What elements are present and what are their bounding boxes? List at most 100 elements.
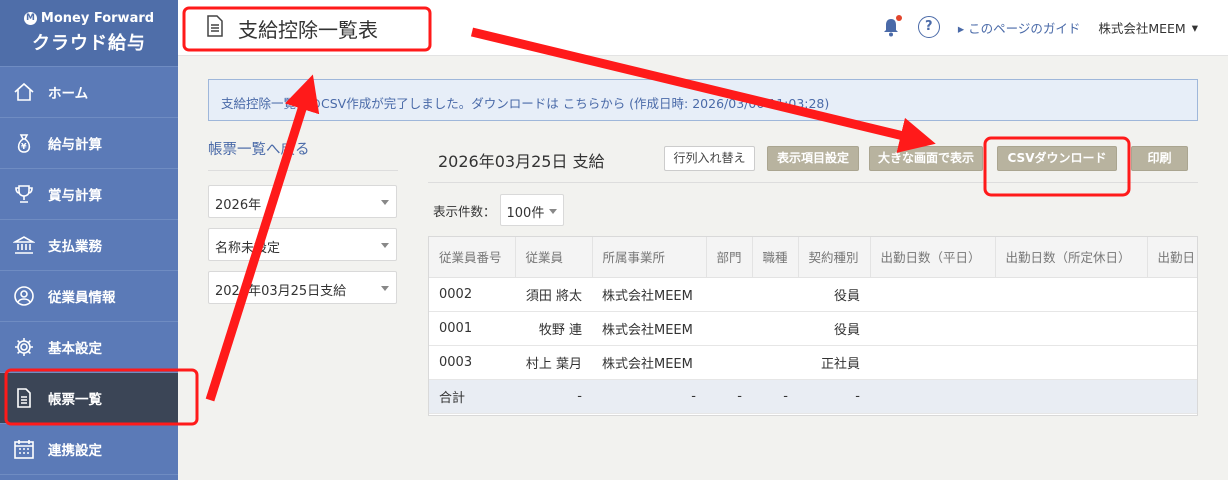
sidebar-item-label: 従業員情報	[48, 290, 116, 306]
cell-value	[1147, 345, 1197, 380]
divider	[208, 170, 398, 171]
cell-office: 株式会社MEEM	[592, 311, 706, 346]
divider	[428, 182, 1198, 183]
sidebar-item-label: 連携設定	[48, 443, 102, 459]
page-title-text: 支給控除一覧表	[238, 18, 378, 42]
brand-company: Money Forward	[40, 11, 155, 26]
help-icon[interactable]: ?	[917, 16, 940, 38]
total-cell	[870, 379, 995, 414]
sidebar-item-label: 給与計算	[48, 137, 102, 153]
calendar-grid-icon	[12, 437, 36, 461]
total-cell: -	[706, 379, 752, 414]
display-items-button[interactable]: 表示項目設定	[767, 146, 859, 171]
cell-job-type	[752, 345, 798, 380]
sidebar-item-bonus[interactable]: 賞与計算	[0, 169, 178, 220]
column-header[interactable]: 契約種別	[798, 237, 871, 278]
csv-complete-notice: 支給控除一覧表のCSV作成が完了しました。ダウンロードは こちらから (作成日時…	[208, 79, 1198, 121]
report-table[interactable]: 従業員番号 従業員 所属事業所 部門 職種 契約種別 出勤日数（平日） 出勤日数…	[428, 236, 1198, 416]
total-cell: -	[798, 379, 870, 414]
money-bag-icon: ¥	[12, 131, 36, 155]
page-guide-label: このページのガイド	[968, 20, 1081, 36]
page-guide-link[interactable]: ▸ このページのガイド	[958, 18, 1081, 37]
payday-select[interactable]: 2026年03月25日支給	[208, 271, 397, 304]
company-selector[interactable]: 株式会社MEEM ▾	[1098, 18, 1198, 37]
brand-logo[interactable]: M Money Forward クラウド給与	[0, 0, 178, 67]
per-page-select[interactable]: 100件	[499, 194, 564, 226]
year-select-value: 2026年	[215, 198, 262, 213]
total-label: 合計	[429, 379, 515, 414]
scope-select-value: 名称未設定	[215, 241, 281, 256]
sidebar-item-payroll[interactable]: ¥ 給与計算	[0, 118, 178, 169]
bank-icon	[12, 233, 36, 257]
chevron-down-icon: ▾	[1191, 19, 1198, 35]
per-page-label: 表示件数：	[433, 203, 496, 219]
cell-value	[870, 277, 995, 312]
total-cell	[1147, 379, 1197, 414]
sidebar-item-label: 基本設定	[48, 341, 102, 357]
total-cell: -	[592, 379, 706, 414]
caret-right-icon: ▸	[957, 20, 969, 36]
sidebar-item-integrations[interactable]: 連携設定	[0, 424, 178, 475]
cell-job-type	[752, 277, 798, 312]
cell-contract-type: 役員	[798, 311, 870, 346]
table-row: 0002 須田 將太 株式会社MEEM 役員	[429, 277, 1197, 312]
column-header[interactable]: 従業員	[515, 237, 593, 278]
cell-value	[995, 277, 1147, 312]
sidebar-item-home[interactable]: ホーム	[0, 67, 178, 118]
column-header[interactable]: 出勤日数（所定休日）	[995, 237, 1148, 278]
sidebar: M Money Forward クラウド給与 ホーム ¥ 給与計算 賞与計算 支払…	[0, 0, 178, 480]
sidebar-item-label: ホーム	[48, 86, 89, 102]
cell-job-type	[752, 311, 798, 346]
large-screen-button[interactable]: 大きな画面で表示	[869, 146, 983, 171]
gear-icon	[12, 335, 36, 359]
column-header[interactable]: 部門	[706, 237, 753, 278]
table-header-row: 従業員番号 従業員 所属事業所 部門 職種 契約種別 出勤日数（平日） 出勤日数…	[429, 237, 1197, 278]
cell-value	[870, 345, 995, 380]
cell-contract-type: 役員	[798, 277, 870, 312]
cell-employee-number: 0001	[429, 311, 515, 346]
cell-value	[1147, 277, 1197, 312]
cell-department	[706, 345, 752, 380]
cell-employee-number: 0002	[429, 277, 515, 312]
home-icon	[12, 80, 36, 104]
page-title: 支給控除一覧表	[206, 14, 378, 43]
cell-value	[1147, 311, 1197, 346]
table-row: 0003 村上 葉月 株式会社MEEM 正社員	[429, 345, 1197, 380]
payday-select-value: 2026年03月25日支給	[215, 284, 347, 299]
column-header[interactable]: 所属事業所	[592, 237, 707, 278]
notification-bell-icon[interactable]	[882, 15, 902, 37]
notification-dot	[895, 15, 902, 21]
cell-contract-type: 正社員	[798, 345, 870, 380]
sidebar-item-reports[interactable]: 帳票一覧	[0, 373, 178, 424]
trophy-icon	[12, 182, 36, 206]
brand-product: クラウド給与	[32, 33, 146, 54]
svg-text:¥: ¥	[21, 142, 27, 151]
print-button[interactable]: 印刷	[1131, 146, 1188, 171]
caret-down-icon	[381, 200, 389, 205]
sidebar-item-employees[interactable]: 従業員情報	[0, 271, 178, 322]
scope-select[interactable]: 名称未設定	[208, 228, 397, 261]
document-icon	[206, 15, 224, 42]
sidebar-item-label: 帳票一覧	[48, 392, 102, 408]
total-cell	[995, 379, 1147, 414]
total-cell: -	[515, 379, 592, 414]
year-select[interactable]: 2026年	[208, 185, 397, 218]
cell-employee-name: 須田 將太	[515, 277, 592, 312]
cell-department	[706, 277, 752, 312]
table-row: 0001 牧野 連 株式会社MEEM 役員	[429, 311, 1197, 346]
back-to-reports-link[interactable]: 帳票一覧へ戻る	[208, 138, 310, 159]
csv-download-button[interactable]: CSVダウンロード	[997, 146, 1117, 171]
sidebar-item-payment[interactable]: 支払業務	[0, 220, 178, 271]
column-header[interactable]: 出勤日数（平日）	[870, 237, 996, 278]
swap-rows-columns-button[interactable]: 行列入れ替え	[664, 146, 755, 171]
caret-down-icon	[381, 243, 389, 248]
sidebar-item-settings[interactable]: 基本設定	[0, 322, 178, 373]
top-header: 支給控除一覧表 ? ▸ このページのガイド 株式会社MEEM ▾	[178, 0, 1228, 56]
document-icon	[12, 386, 36, 410]
cell-office: 株式会社MEEM	[592, 345, 706, 380]
column-header[interactable]: 従業員番号	[429, 237, 516, 278]
cell-employee-name: 村上 葉月	[515, 345, 592, 380]
table-total-row: 合計 - - - - -	[429, 379, 1197, 414]
column-header[interactable]: 出勤日	[1147, 237, 1197, 278]
column-header[interactable]: 職種	[752, 237, 799, 278]
